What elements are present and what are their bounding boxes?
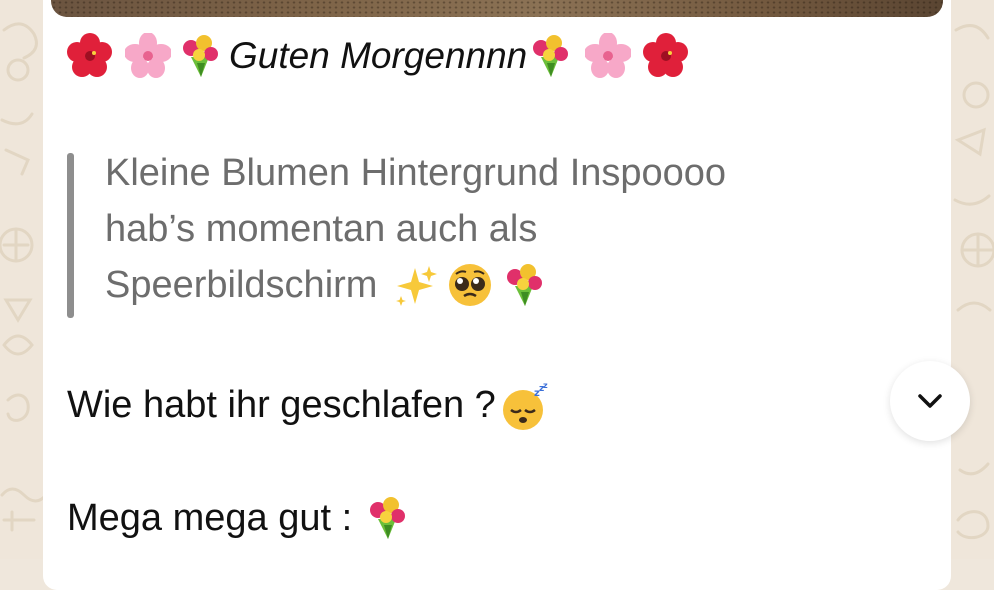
quote-line-3: Speerbildschirm <box>105 264 378 306</box>
hibiscus-icon <box>643 33 689 79</box>
cherry-blossom-icon <box>584 32 633 79</box>
quote-line-2: hab’s momentan auch als <box>105 208 538 250</box>
quote-line-1: Kleine Blumen Hintergrund Inspoooo <box>105 152 727 194</box>
quote-bar <box>67 153 74 318</box>
shared-image-thumbnail[interactable] <box>51 0 943 17</box>
quote-text: Kleine Blumen Hintergrund Inspoooo hab’s… <box>105 145 726 313</box>
svg-text:z: z <box>543 382 548 390</box>
pleading-face-icon <box>447 262 493 308</box>
answer-line: Mega mega gut : <box>67 495 410 541</box>
bouquet-icon <box>501 262 547 308</box>
sleeping-face-icon: z z z <box>500 381 548 430</box>
bouquet-icon <box>364 495 410 541</box>
cherry-blossom-icon <box>124 32 172 79</box>
sparkles-icon <box>393 262 439 308</box>
bouquet-icon <box>527 33 573 79</box>
answer-text: Mega mega gut : <box>67 496 353 539</box>
question-line: Wie habt ihr geschlafen ? z z z <box>67 381 548 430</box>
hibiscus-icon <box>67 33 113 79</box>
quote-line-3-row: Speerbildschirm <box>105 257 726 313</box>
chevron-down-icon <box>918 394 942 408</box>
question-text: Wie habt ihr geschlafen ? <box>67 383 496 426</box>
greeting-text: Guten Morgennnn <box>229 35 528 76</box>
scroll-to-bottom-button[interactable] <box>890 361 970 441</box>
message-bubble[interactable]: Guten Morgennnn Kleine Blumen Hintergrun… <box>43 0 951 590</box>
bouquet-icon <box>177 33 223 79</box>
greeting-line: Guten Morgennnn <box>67 28 689 84</box>
